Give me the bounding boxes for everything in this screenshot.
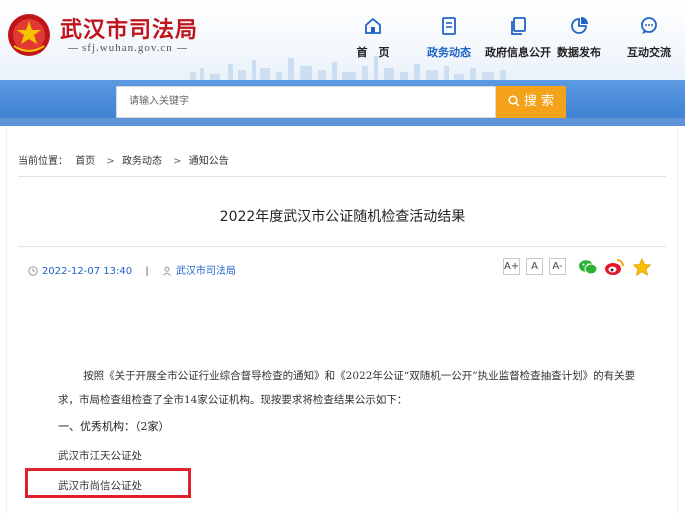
breadcrumb: 当前位置： 首页 > 政务动态 > 通知公告 xyxy=(18,152,233,167)
weibo-icon[interactable] xyxy=(604,258,624,276)
nav-home-label: 首 页 xyxy=(356,46,390,59)
nav-news-label: 政务动态 xyxy=(427,46,471,59)
chart-pie-icon xyxy=(571,17,588,34)
wechat-icon[interactable] xyxy=(578,258,598,276)
nav-data[interactable]: 数据发布 xyxy=(546,14,612,64)
breadcrumb-news[interactable]: 政务动态 xyxy=(122,156,162,167)
nav-interact-label: 互动交流 xyxy=(627,46,671,59)
court-emblem-logo xyxy=(8,14,50,56)
breadcrumb-notice[interactable]: 通知公告 xyxy=(189,156,229,167)
breadcrumb-separator: > xyxy=(106,156,115,167)
font-size-increase-button[interactable]: A+ xyxy=(503,258,520,275)
copy-icon xyxy=(511,17,526,35)
search-icon xyxy=(508,95,520,107)
search-button[interactable]: 搜 索 xyxy=(496,86,566,118)
article-meta: 2022-12-07 13:40 | 武汉市司法局 xyxy=(28,262,236,277)
breadcrumb-home[interactable]: 首页 xyxy=(75,156,95,167)
document-icon xyxy=(442,17,456,35)
chat-icon xyxy=(641,17,657,34)
article-paragraph: 按照《关于开展全市公证行业综合督导检查的通知》和《2022年公证“双随机一公开”… xyxy=(58,370,636,406)
article-date: 2022-12-07 13:40 xyxy=(42,266,133,277)
nav-data-label: 数据发布 xyxy=(557,46,601,59)
article-body: 按照《关于开展全市公证行业综合督导检查的通知》和《2022年公证“双随机一公开”… xyxy=(58,364,638,412)
site-header: 武汉市司法局 sfj.wuhan.gov.cn 首 页 政务动态 政府信息公开 xyxy=(0,0,685,80)
font-size-decrease-button[interactable]: A- xyxy=(549,258,566,275)
breadcrumb-prefix: 当前位置： xyxy=(18,156,68,167)
nav-gov-info-label: 政府信息公开 xyxy=(485,46,551,59)
user-icon xyxy=(162,266,171,276)
organization-item: 武汉市江天公证处 xyxy=(58,450,142,462)
search-button-label: 搜 索 xyxy=(523,94,555,109)
nav-interact[interactable]: 互动交流 xyxy=(616,14,682,64)
breadcrumb-divider xyxy=(18,176,666,177)
site-name[interactable]: 武汉市司法局 xyxy=(60,12,198,44)
home-icon xyxy=(365,17,381,34)
article-title: 2022年度武汉市公证随机检查活动结果 xyxy=(219,209,466,225)
site-domain: sfj.wuhan.gov.cn xyxy=(64,42,191,54)
nav-news[interactable]: 政务动态 xyxy=(416,14,482,64)
favorite-star-icon[interactable] xyxy=(632,258,652,276)
search-input[interactable]: 请输入关键字 xyxy=(116,86,496,118)
nav-gov-info[interactable]: 政府信息公开 xyxy=(480,14,556,64)
nav-home[interactable]: 首 页 xyxy=(340,14,406,64)
font-size-default-button[interactable]: A xyxy=(526,258,543,275)
article-source: 武汉市司法局 xyxy=(175,266,236,277)
title-divider xyxy=(18,246,666,247)
highlight-box xyxy=(25,468,191,498)
meta-separator: | xyxy=(145,266,149,277)
clock-icon xyxy=(28,266,38,276)
breadcrumb-separator: > xyxy=(173,156,182,167)
section-heading: 一、优秀机构：（2家） xyxy=(58,420,170,433)
